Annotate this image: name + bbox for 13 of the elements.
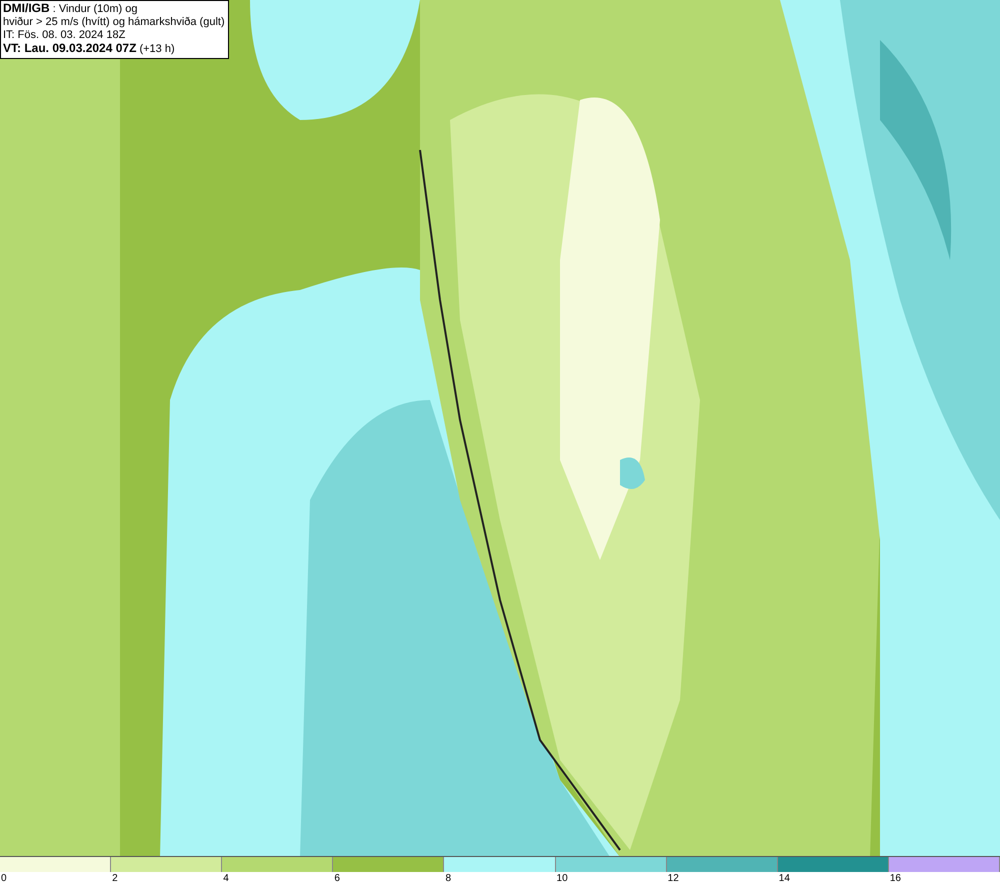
legend-tick-label: 0	[0, 872, 7, 886]
legend-tick-label: 8	[444, 872, 451, 886]
info-line: DMI/IGB : Vindur (10m) og	[3, 2, 139, 16]
info-line: hviður > 25 m/s (hvítt) og hámarkshviða (gult)	[3, 16, 225, 29]
legend-tick-label: 4	[222, 872, 229, 886]
legend-tick-label: 10	[556, 872, 568, 886]
legend-tick-label: 16	[888, 872, 901, 886]
info-line: VT: Lau. 09.03.2024 07Z (+13 h)	[3, 42, 176, 56]
legend-tick-label: 2	[111, 872, 118, 886]
legend-tick-label: 6	[333, 872, 340, 886]
legend-tick-label: 14	[778, 872, 790, 886]
info-line: IT: Fös. 08. 03. 2024 18Z	[3, 29, 126, 42]
legend-tick-label: 12	[666, 872, 679, 886]
